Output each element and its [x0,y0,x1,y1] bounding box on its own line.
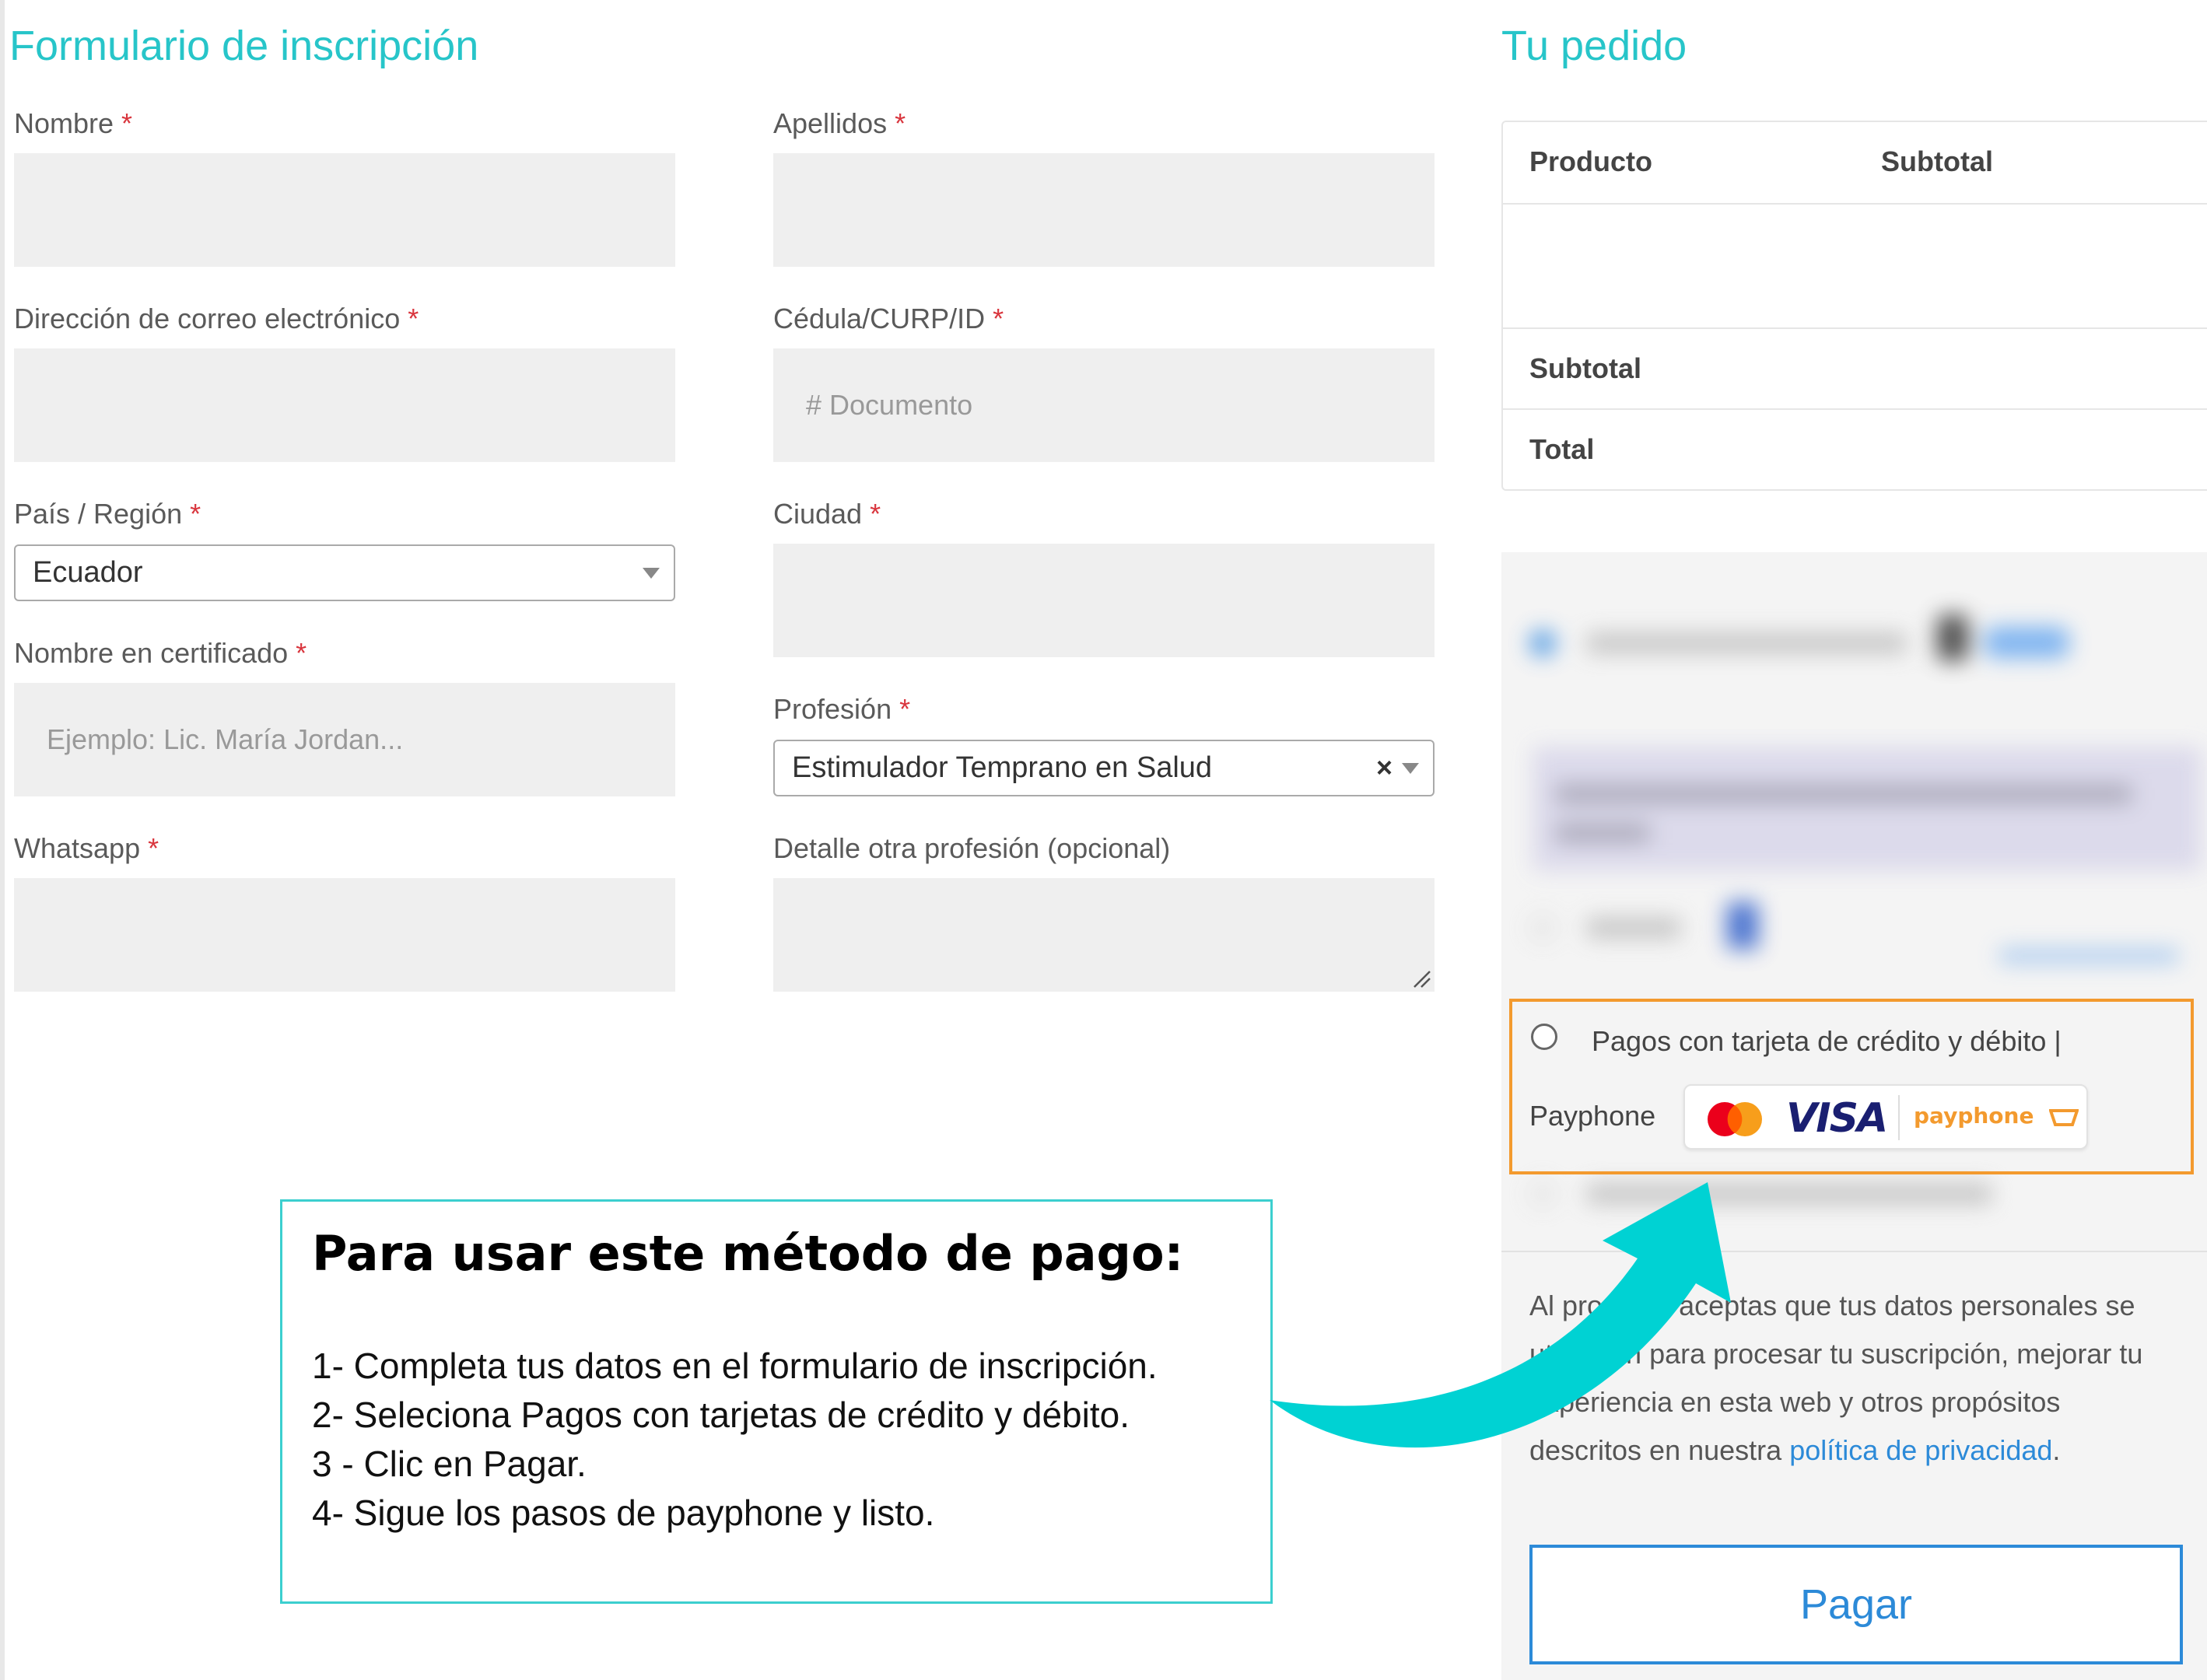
required-mark: * [148,832,159,864]
instructions-title: Para usar este método de pago: [312,1225,1184,1282]
pais-select[interactable]: Ecuador [14,544,675,601]
visa-logo: VISA [1786,1095,1888,1142]
detalle-textarea[interactable] [773,878,1435,992]
profesion-select[interactable]: Estimulador Temprano en Salud × [773,740,1435,796]
order-row-total: Total [1529,433,1595,465]
cedula-input[interactable]: # Documento [773,348,1435,462]
nombre-input[interactable] [14,153,675,267]
label-email: Dirección de correo electrónico * [14,303,419,334]
payphone-mark-icon [2049,1109,2079,1126]
payphone-option-label: Pagos con tarjeta de crédito y débito | [1592,1025,2062,1057]
order-row-subtotal: Subtotal [1529,352,1641,384]
curved-arrow-icon [1270,1182,1731,1448]
label-cedula: Cédula/CURP/ID * [773,303,1004,334]
clear-icon[interactable]: × [1376,751,1393,784]
pay-button[interactable]: Pagar [1529,1545,2183,1664]
divider [1898,1095,1900,1140]
instructions-box: Para usar este método de pago: 1- Comple… [280,1199,1273,1604]
label-pais: País / Región * [14,498,201,530]
card-logos: VISA payphone [1683,1084,2088,1150]
order-title: Tu pedido [1501,23,1687,69]
instruction-step: 4- Sigue los pasos de payphone y listo. [312,1493,935,1533]
label-profesion: Profesión * [773,693,911,725]
label-apellidos: Apellidos * [773,107,906,139]
divider [1503,327,2207,329]
instructions-steps: 1- Completa tus datos en el formulario d… [312,1342,1158,1538]
email-input[interactable] [14,348,675,462]
divider [1503,203,2207,205]
label-certificado: Nombre en certificado * [14,637,307,669]
required-mark: * [296,637,307,669]
required-mark: * [121,107,133,139]
payphone-option[interactable]: Pagos con tarjeta de crédito y débito | … [1509,999,2194,1174]
chevron-down-icon [1402,762,1419,774]
blurred-payment-options [1501,552,2207,988]
ciudad-input[interactable] [773,544,1435,657]
instruction-step: 1- Completa tus datos en el formulario d… [312,1346,1158,1386]
chevron-down-icon [643,567,660,579]
certificado-input[interactable]: Ejemplo: Lic. María Jordan... [14,683,675,796]
order-col-product: Producto [1529,145,1652,177]
required-mark: * [408,303,419,334]
label-nombre: Nombre * [14,107,133,139]
privacy-policy-link[interactable]: política de privacidad [1789,1434,2052,1466]
required-mark: * [870,498,881,530]
resize-grip-icon[interactable] [1411,968,1431,989]
instruction-step: 3 - Clic en Pagar. [312,1444,587,1484]
label-whatsapp: Whatsapp * [14,832,159,864]
label-ciudad: Ciudad * [773,498,881,530]
page-left-border [0,0,5,1680]
required-mark: * [899,693,911,725]
label-detalle: Detalle otra profesión (opcional) [773,832,1171,864]
order-table: Producto Subtotal Subtotal Total [1501,121,2207,491]
whatsapp-input[interactable] [14,878,675,992]
required-mark: * [993,303,1004,334]
mastercard-icon [1708,1102,1762,1136]
pais-select-value: Ecuador [33,556,143,589]
payphone-logo: payphone [1914,1103,2034,1129]
apellidos-input[interactable] [773,153,1435,267]
payphone-option-label-2: Payphone [1529,1100,1656,1132]
profesion-select-value: Estimulador Temprano en Salud [792,751,1213,784]
order-col-subtotal: Subtotal [1881,145,1993,177]
divider [1503,408,2207,410]
required-mark: * [895,107,906,139]
form-title: Formulario de inscripción [9,23,479,69]
required-mark: * [190,498,201,530]
payphone-radio[interactable] [1531,1024,1557,1050]
instruction-step: 2- Seleciona Pagos con tarjetas de crédi… [312,1395,1130,1435]
